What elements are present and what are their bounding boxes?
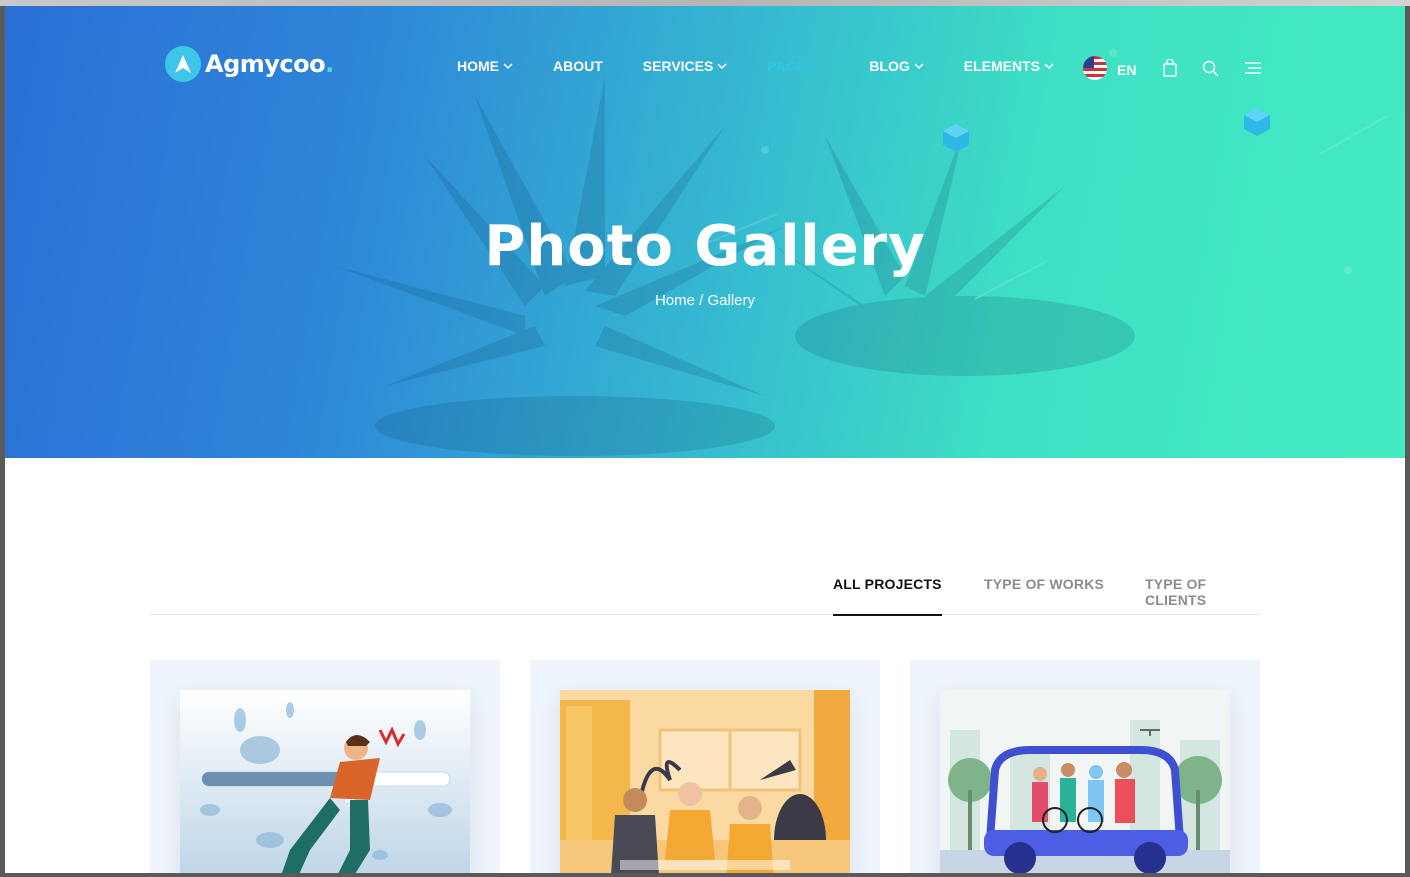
nav-item-home[interactable]: HOME (457, 58, 513, 74)
brand-logo[interactable]: Agmycoo . (165, 46, 334, 82)
shopping-bag-icon[interactable] (1162, 59, 1178, 77)
gallery-card[interactable] (530, 660, 880, 873)
chevron-down-icon (717, 63, 727, 70)
nav-item-label: HOME (457, 58, 499, 74)
runner-progress-illustration[interactable]: % (180, 690, 470, 873)
chevron-down-icon (914, 63, 924, 70)
business-meeting-illustration[interactable] (560, 690, 850, 873)
header-tools: EN (1083, 56, 1262, 80)
floating-cube-left (943, 124, 969, 152)
brand-dot: . (325, 50, 335, 78)
breadcrumb-separator: / (694, 292, 708, 309)
hero-banner: Agmycoo . HOME ABOUT SERVICES PAGES BLOG (5, 6, 1405, 458)
breadcrumb-home-link[interactable]: Home (655, 292, 695, 309)
main-nav: HOME ABOUT SERVICES PAGES BLOG ELEMENTS (457, 58, 1094, 74)
nav-item-label: PAGES (767, 58, 816, 74)
gallery-card[interactable]: % (150, 660, 500, 873)
chevron-down-icon (503, 63, 513, 70)
gallery-card[interactable] (910, 660, 1260, 873)
nav-item-elements[interactable]: ELEMENTS (964, 58, 1054, 74)
nav-item-label: ABOUT (553, 58, 603, 74)
breadcrumb: Home / Gallery (5, 292, 1405, 309)
tab-type-of-works[interactable]: TYPE OF WORKS (984, 576, 1104, 614)
language-selector[interactable]: EN (1117, 62, 1136, 78)
nav-item-about[interactable]: ABOUT (553, 58, 603, 74)
chevron-down-icon (1044, 63, 1054, 70)
floating-cube-right (1244, 108, 1270, 136)
us-flag-icon[interactable] (1083, 56, 1107, 80)
tab-all-projects[interactable]: ALL PROJECTS (833, 576, 942, 616)
page-title: Photo Gallery (484, 214, 926, 279)
nav-item-label: ELEMENTS (963, 58, 1040, 74)
logo-mark-icon (165, 46, 201, 82)
search-icon[interactable] (1202, 60, 1219, 77)
nav-item-label: BLOG (869, 58, 910, 74)
nav-item-pages[interactable]: PAGES (767, 58, 815, 74)
nav-item-label: SERVICES (642, 58, 714, 74)
filter-tabs: ALL PROJECTS TYPE OF WORKS TYPE OF CLIEN… (150, 572, 1260, 616)
brand-name: Agmycoo (205, 50, 326, 78)
menu-icon[interactable] (1243, 62, 1262, 74)
family-electric-car-illustration[interactable] (940, 690, 1230, 873)
tab-type-of-clients[interactable]: TYPE OF CLIENTS (1145, 576, 1260, 630)
nav-item-services[interactable]: SERVICES (643, 58, 728, 74)
nav-item-blog[interactable]: BLOG (869, 58, 924, 74)
page-frame: Agmycoo . HOME ABOUT SERVICES PAGES BLOG (5, 6, 1405, 873)
breadcrumb-current: Gallery (707, 292, 756, 309)
